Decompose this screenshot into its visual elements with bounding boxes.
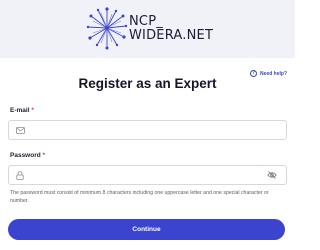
lock-icon: [16, 171, 24, 180]
password-label: Password *: [10, 152, 45, 159]
email-field[interactable]: [8, 120, 287, 140]
brand-name-line2: WIDERA.NET: [129, 28, 214, 43]
password-field[interactable]: [8, 165, 287, 185]
eye-slash-icon[interactable]: [267, 171, 277, 179]
password-label-text: Password: [10, 152, 41, 159]
continue-button[interactable]: Continue: [8, 219, 285, 240]
brand-logo[interactable]: NCP_ WIDERA.NET: [86, 6, 216, 52]
brand-name-line1: NCP_: [129, 14, 163, 29]
password-required-marker: *: [42, 152, 46, 159]
email-required-marker: *: [31, 107, 34, 114]
email-label-text: E-mail: [10, 107, 30, 114]
email-label: E-mail *: [10, 107, 34, 114]
starburst-icon: [86, 7, 128, 50]
password-requirements-hint: The password must consist of minimum 8 c…: [10, 190, 269, 204]
envelope-icon: [16, 127, 25, 134]
header-banner: NCP_ WIDERA.NET: [0, 0, 295, 58]
page-title: Register as an Expert: [78, 76, 217, 91]
